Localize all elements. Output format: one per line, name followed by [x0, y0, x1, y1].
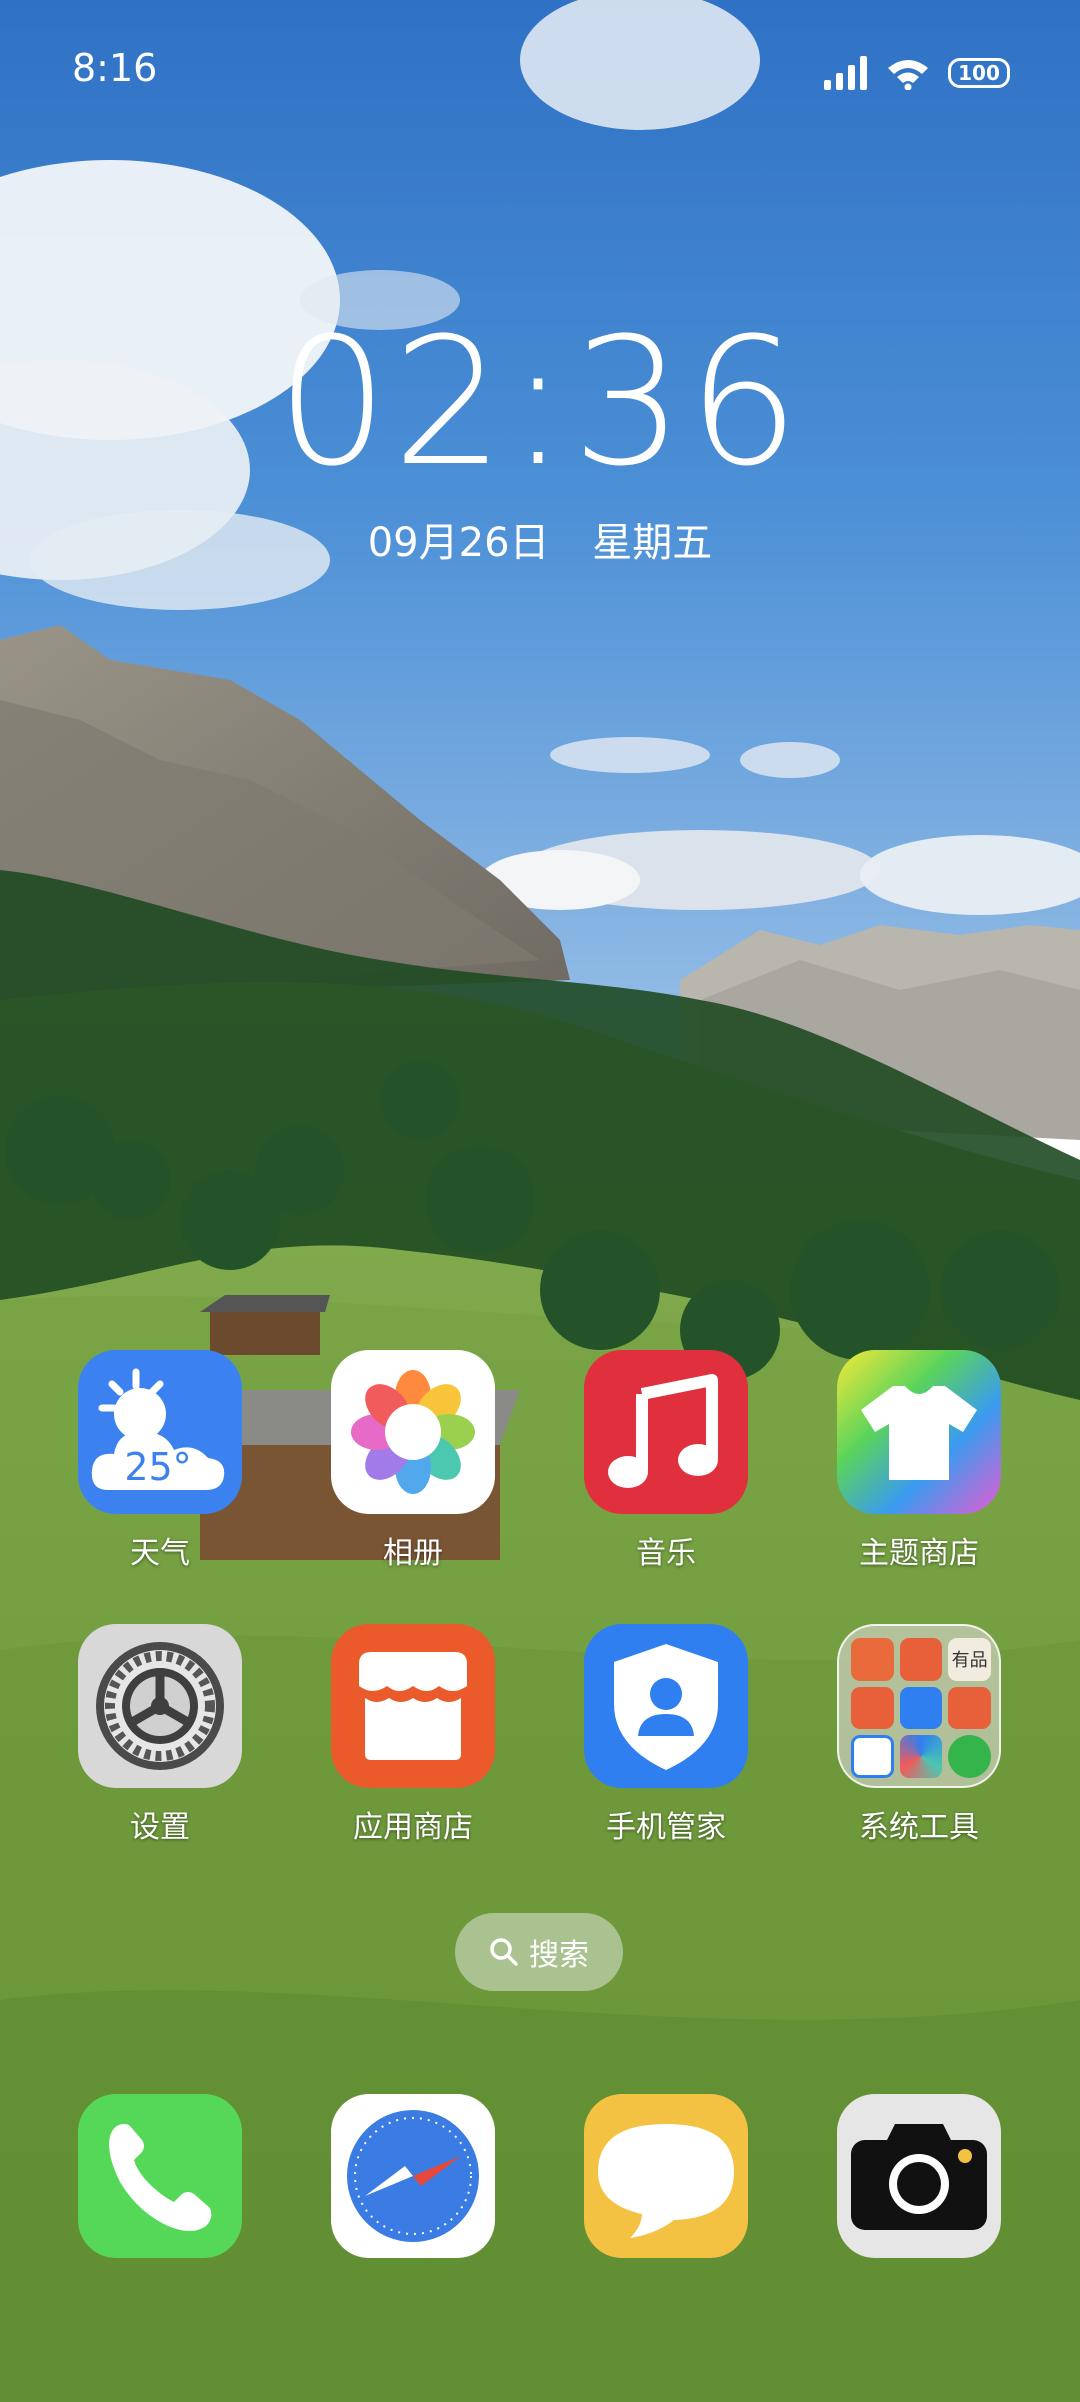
signal-icon — [824, 56, 867, 90]
dock-messages[interactable] — [584, 2094, 748, 2258]
app-phone-manager[interactable]: 手机管家 — [566, 1624, 766, 1846]
app-label: 手机管家 — [606, 1810, 726, 1845]
messages-icon — [598, 2124, 734, 2238]
calculator-mini-icon — [948, 1686, 991, 1730]
app-label: 相册 — [383, 1536, 443, 1571]
music-icon — [584, 1350, 748, 1514]
weather-temp: 25° — [124, 1445, 191, 1489]
gallery-icon — [331, 1350, 495, 1514]
dock-browser[interactable] — [331, 2094, 495, 2258]
notes-mini-icon — [899, 1638, 943, 1681]
youpin-mini-icon: 有品 — [948, 1638, 991, 1681]
clock-time[interactable]: 02:36 — [0, 300, 1080, 505]
app-label: 音乐 — [636, 1536, 696, 1571]
status-bar: 8:16 100 — [0, 0, 1080, 150]
camera-icon — [851, 2124, 987, 2230]
app-music[interactable]: 音乐 — [566, 1350, 766, 1572]
wallet-mini-icon — [851, 1735, 894, 1778]
search-label: 搜索 — [529, 1938, 589, 1973]
status-time: 8:16 — [72, 46, 158, 90]
weather-icon: 25° — [78, 1350, 242, 1514]
search-icon — [490, 1938, 518, 1966]
status-icons: 100 — [824, 56, 1010, 90]
folder-system-tools[interactable]: 有品 系统工具 — [819, 1624, 1019, 1846]
search-button[interactable]: 搜索 — [455, 1913, 623, 1991]
screen-recorder-mini-icon — [851, 1686, 894, 1730]
battery-icon: 100 — [948, 58, 1010, 88]
app-store-icon — [331, 1624, 495, 1788]
music-mini-icon — [948, 1735, 991, 1778]
settings-icon — [78, 1624, 242, 1788]
app-app-store[interactable]: 应用商店 — [313, 1624, 513, 1846]
transfer-mini-icon — [899, 1686, 943, 1730]
wifi-icon — [888, 60, 928, 90]
phone-icon — [109, 2124, 212, 2231]
youpin-mini-label: 有品 — [951, 1650, 988, 1672]
app-theme-store[interactable]: 主题商店 — [819, 1350, 1019, 1572]
browser-mini-icon — [899, 1735, 943, 1778]
theme-store-icon — [837, 1350, 1001, 1514]
system-tools-folder-icon: 有品 — [837, 1624, 1001, 1788]
browser-compass-icon — [347, 2110, 479, 2242]
app-label: 应用商店 — [353, 1810, 473, 1845]
app-label: 设置 — [130, 1810, 190, 1845]
app-label: 系统工具 — [859, 1810, 979, 1845]
phone-manager-icon — [584, 1624, 748, 1788]
app-gallery[interactable]: 相册 — [313, 1350, 513, 1572]
dock-camera[interactable] — [837, 2094, 1001, 2258]
recorder-mini-icon — [851, 1638, 894, 1681]
app-weather[interactable]: 25° 天气 — [60, 1350, 260, 1572]
app-label: 天气 — [130, 1536, 190, 1571]
app-settings[interactable]: 设置 — [60, 1624, 260, 1846]
dock-phone[interactable] — [78, 2094, 242, 2258]
clock-date[interactable]: 09月26日 星期五 — [0, 510, 1080, 568]
app-label: 主题商店 — [859, 1536, 979, 1571]
